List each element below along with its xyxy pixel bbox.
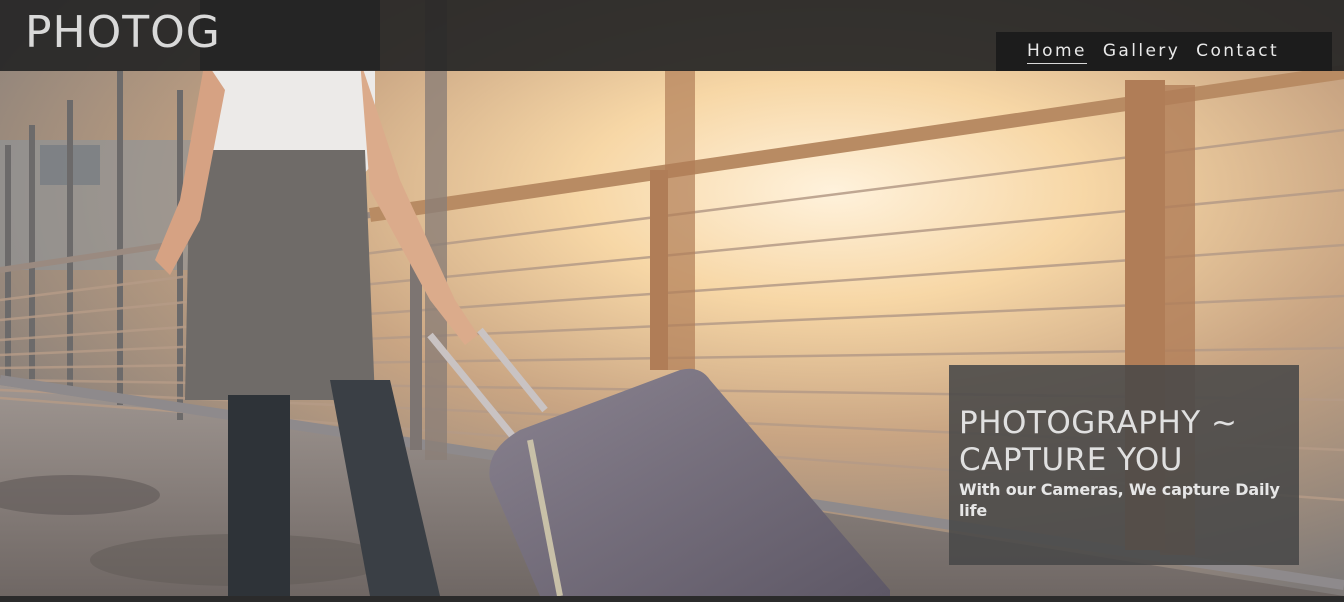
site-header: PHOTOG Home Gallery Contact (0, 0, 1344, 71)
nav-link-home[interactable]: Home (1027, 40, 1087, 64)
nav-link-contact[interactable]: Contact (1196, 40, 1279, 63)
hero-caption-title: PHOTOGRAPHY ~ CAPTURE YOU (959, 405, 1238, 478)
site-logo[interactable]: PHOTOG (25, 6, 221, 60)
nav-link-gallery[interactable]: Gallery (1103, 40, 1180, 63)
hero-caption-box: PHOTOGRAPHY ~ CAPTURE YOU With our Camer… (949, 365, 1299, 565)
hero-caption-subtitle: With our Cameras, We capture Daily life (959, 480, 1280, 520)
main-nav: Home Gallery Contact (996, 32, 1332, 71)
page-bottom-edge (0, 596, 1344, 602)
